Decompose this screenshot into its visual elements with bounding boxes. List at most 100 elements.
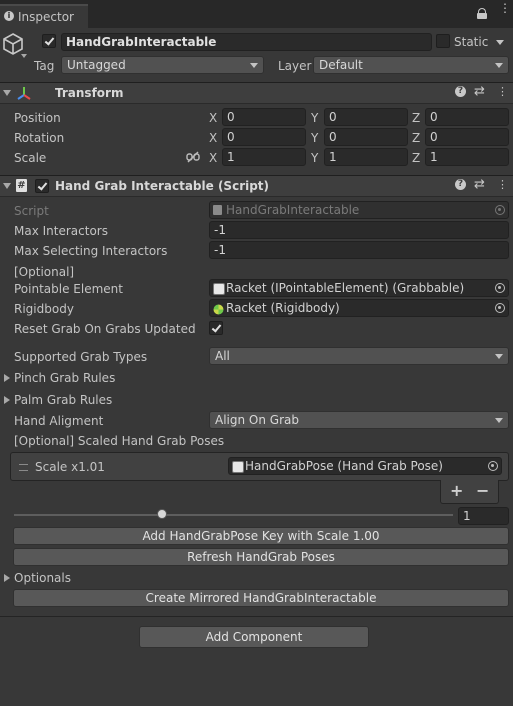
add-item-button[interactable]: + [450, 482, 463, 500]
list-footer [440, 480, 499, 504]
rigidbody-value: Racket (Rigidbody) [226, 301, 340, 315]
csharp-script-icon: # [16, 179, 27, 192]
foldout-arrow-icon[interactable] [3, 90, 11, 96]
scale-z-field[interactable]: 1 [425, 148, 509, 166]
presets-icon[interactable]: ⇄ [474, 85, 485, 99]
static-toggle[interactable] [436, 34, 450, 48]
active-toggle[interactable] [42, 34, 56, 48]
layer-label: Layer [278, 59, 312, 73]
chevron-down-icon [495, 354, 503, 359]
gameobject-name-field[interactable]: HandGrabInteractable [61, 33, 432, 51]
scale-y-axis[interactable]: Y [311, 150, 318, 166]
script-component-header[interactable]: # Hand Grab Interactable (Script) ? ⇄ ⋮ [0, 175, 513, 197]
position-y-field[interactable]: 0 [324, 108, 408, 126]
add-pose-button[interactable]: Add HandGrabPose Key with Scale 1.00 [13, 527, 509, 545]
chevron-down-icon [250, 63, 258, 68]
unlinked-scale-icon[interactable] [186, 151, 200, 166]
scale-slider-value[interactable]: 1 [458, 507, 509, 525]
icon-dropdown-arrow[interactable] [21, 54, 27, 58]
kebab-menu-icon[interactable]: ⋮ [497, 178, 508, 192]
rotation-y-field[interactable]: 0 [324, 128, 408, 146]
object-picker-icon[interactable] [488, 461, 498, 471]
rotation-z-axis[interactable]: Z [412, 130, 420, 146]
kebab-menu-icon[interactable]: ⋮ [497, 85, 508, 99]
supported-grab-label: Supported Grab Types [14, 350, 148, 364]
pose-item-field[interactable]: HandGrabPose (Hand Grab Pose) [228, 457, 502, 475]
static-label: Static [454, 35, 489, 49]
position-x-field[interactable]: 0 [222, 108, 306, 126]
object-picker-icon[interactable] [495, 283, 505, 293]
transform-header[interactable]: Transform ? ⇄ ⋮ [0, 82, 513, 104]
max-selecting-field[interactable]: -1 [209, 241, 509, 259]
supported-grab-dropdown[interactable]: All [209, 347, 509, 365]
scale-z-axis[interactable]: Z [412, 150, 420, 166]
script-label: Script [14, 204, 49, 218]
drag-handle-icon[interactable] [19, 464, 28, 471]
lock-body [477, 13, 487, 19]
optionals-foldout-icon[interactable] [4, 574, 10, 582]
refresh-poses-button[interactable]: Refresh HandGrab Poses [13, 548, 509, 566]
position-label: Position [14, 111, 61, 125]
rotation-y-axis[interactable]: Y [311, 130, 318, 146]
reset-grab-toggle[interactable] [209, 321, 223, 335]
chevron-down-icon [495, 418, 503, 423]
pointable-element-field[interactable]: Racket (IPointableElement) (Grabbable) [209, 279, 509, 297]
remove-item-button[interactable]: − [476, 482, 489, 500]
chevron-down-icon [495, 63, 503, 68]
palm-rules-label[interactable]: Palm Grab Rules [14, 392, 112, 408]
position-z-axis[interactable]: Z [412, 110, 420, 126]
script-value: HandGrabInteractable [226, 203, 360, 217]
script-file-icon [213, 283, 225, 295]
create-mirrored-button[interactable]: Create Mirrored HandGrabInteractable [13, 589, 509, 607]
tag-value: Untagged [67, 58, 126, 72]
max-selecting-label: Max Selecting Interactors [14, 244, 168, 258]
static-dropdown-arrow[interactable] [496, 40, 504, 45]
object-picker-icon[interactable] [495, 303, 505, 313]
scale-slider-track[interactable] [14, 514, 453, 516]
optionals-label[interactable]: Optionals [14, 570, 71, 586]
position-y-axis[interactable]: Y [311, 110, 318, 126]
scale-x-field[interactable]: 1 [222, 148, 306, 166]
kebab-menu-icon[interactable]: ⋮ [499, 2, 511, 14]
hand-alignment-dropdown[interactable]: Align On Grab [209, 411, 509, 429]
tag-dropdown[interactable]: Untagged [61, 56, 264, 74]
script-file-icon [213, 205, 222, 215]
rotation-label: Rotation [14, 131, 65, 145]
scale-label: Scale [14, 151, 47, 165]
position-x-axis[interactable]: X [209, 110, 217, 126]
scale-x-axis[interactable]: X [209, 150, 217, 166]
max-interactors-field[interactable]: -1 [209, 221, 509, 239]
foldout-arrow-icon[interactable] [3, 183, 11, 189]
rigidbody-icon [213, 303, 224, 316]
pose-item-label: Scale x1.01 [35, 460, 105, 474]
pointable-element-label: Pointable Element [14, 282, 123, 296]
rotation-x-field[interactable]: 0 [222, 128, 306, 146]
presets-icon[interactable]: ⇄ [474, 178, 485, 192]
rigidbody-field[interactable]: Racket (Rigidbody) [209, 299, 509, 317]
help-icon[interactable]: ? [455, 86, 466, 97]
max-interactors-label: Max Interactors [14, 224, 108, 238]
script-component-title: Hand Grab Interactable (Script) [55, 179, 270, 193]
gameobject-cube-icon [3, 33, 23, 58]
hand-alignment-value: Align On Grab [215, 413, 299, 427]
info-icon: i [4, 11, 14, 21]
script-object-field: HandGrabInteractable [209, 201, 509, 219]
hand-alignment-label: Hand Aligment [14, 414, 104, 428]
rotation-x-axis[interactable]: X [209, 130, 217, 146]
transform-title: Transform [55, 86, 124, 100]
palm-rules-foldout-icon[interactable] [4, 396, 10, 404]
pinch-rules-label[interactable]: Pinch Grab Rules [14, 370, 115, 386]
rigidbody-label: Rigidbody [14, 302, 74, 316]
pose-item-value: HandGrabPose (Hand Grab Pose) [245, 459, 443, 473]
add-component-button[interactable]: Add Component [139, 626, 369, 648]
tab-inspector[interactable]: i Inspector [0, 4, 88, 28]
help-icon[interactable]: ? [455, 179, 466, 190]
layer-dropdown[interactable]: Default [313, 56, 509, 74]
rotation-z-field[interactable]: 0 [425, 128, 509, 146]
component-enabled-toggle[interactable] [35, 179, 49, 193]
position-z-field[interactable]: 0 [425, 108, 509, 126]
tag-label: Tag [34, 59, 55, 73]
pinch-rules-foldout-icon[interactable] [4, 374, 10, 382]
scale-y-field[interactable]: 1 [324, 148, 408, 166]
scale-slider-thumb[interactable] [157, 509, 167, 519]
